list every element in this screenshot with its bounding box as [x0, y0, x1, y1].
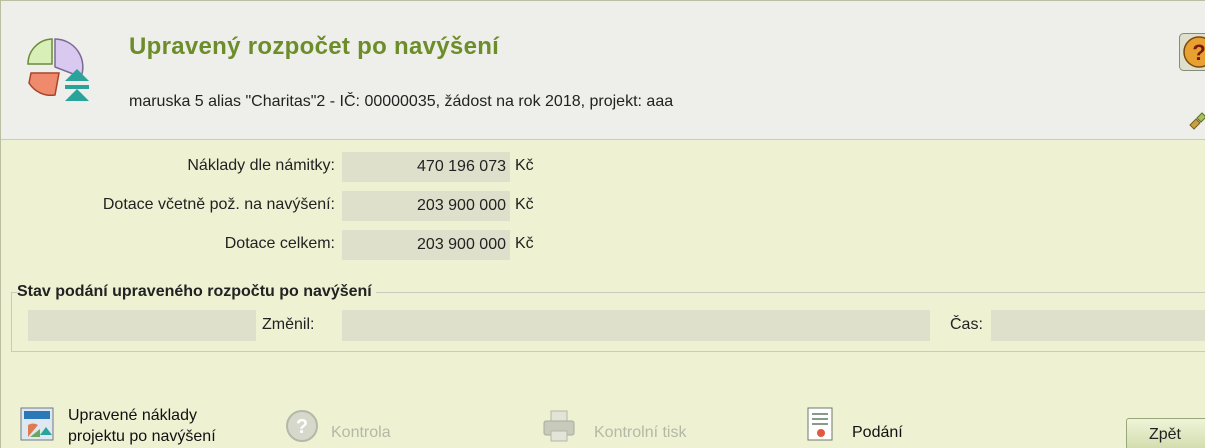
svg-text:?: ? [1192, 40, 1205, 65]
back-button[interactable]: Zpět [1126, 418, 1205, 448]
status-legend: Stav podání upraveného rozpočtu po navýš… [17, 283, 376, 301]
summary-currency-subsidy-request: Kč [515, 196, 534, 213]
time-field [991, 310, 1205, 341]
submit-button[interactable]: Podání [804, 405, 944, 448]
question-icon: ? [286, 410, 318, 442]
document-icon [807, 407, 833, 441]
summary-value-costs: 470 196 073 [342, 152, 510, 182]
summary-label-subsidy-request: Dotace včetně pož. na navýšení: [102, 196, 335, 213]
costs-chart-icon [20, 407, 54, 441]
page-title: Upravený rozpočet po navýšení [129, 33, 500, 60]
help-icon[interactable]: ? [1179, 33, 1205, 71]
summary-currency-subsidy-total: Kč [515, 235, 534, 252]
summary-value-subsidy-request: 203 900 000 [342, 191, 510, 221]
svg-text:?: ? [296, 416, 308, 438]
summary-label-subsidy-total: Dotace celkem: [224, 235, 335, 252]
page-header: Upravený rozpočet po navýšení maruska 5 … [1, 1, 1205, 140]
check-button-label: Kontrola [331, 424, 391, 441]
control-print-button-label: Kontrolní tisk [594, 424, 687, 441]
costs-button-line2: projektu po navýšení [68, 428, 216, 445]
control-print-button[interactable]: Kontrolní tisk [542, 405, 742, 448]
check-button[interactable]: ? Kontrola [285, 405, 445, 448]
printer-icon [543, 410, 575, 442]
submit-button-label: Podání [852, 424, 903, 441]
summary-label-costs: Náklady dle námitky: [187, 157, 335, 174]
costs-after-increase-button[interactable]: Upravené náklady projektu po navýšení [20, 405, 270, 448]
time-label: Čas: [950, 316, 983, 333]
summary-value-subsidy-total: 203 900 000 [342, 230, 510, 260]
page-subtitle: maruska 5 alias "Charitas"2 - IČ: 000000… [129, 93, 674, 110]
pie-chart-icon [27, 38, 89, 101]
changed-by-label: Změnil: [262, 316, 315, 333]
status-spacer-field [28, 310, 256, 341]
pin-icon[interactable] [1188, 111, 1205, 131]
changed-by-field [342, 310, 930, 341]
summary-currency-costs: Kč [515, 157, 534, 174]
costs-button-line1: Upravené náklady [68, 407, 197, 424]
